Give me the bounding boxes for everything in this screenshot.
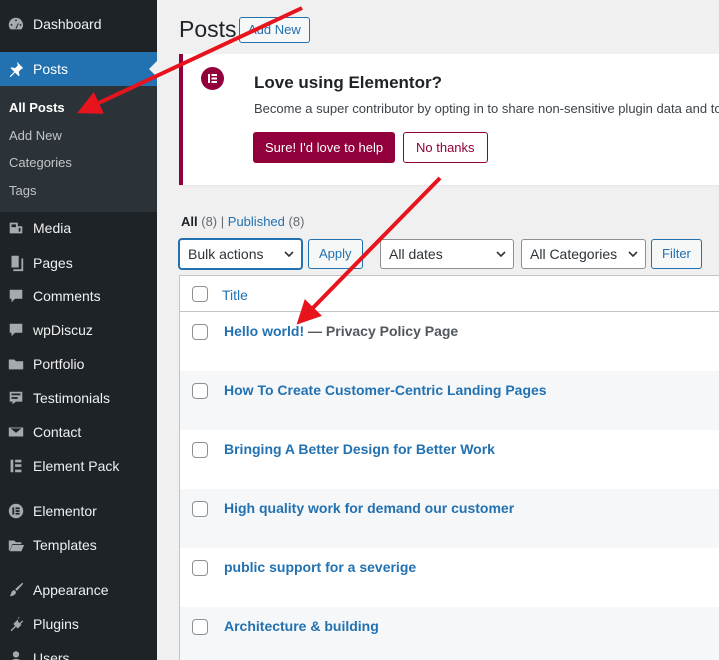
no-thanks-button[interactable]: No thanks xyxy=(403,132,488,163)
post-title-link[interactable]: Hello world! xyxy=(224,323,304,339)
elementor-icon xyxy=(6,501,26,521)
row-checkbox[interactable] xyxy=(192,619,208,635)
status-separator: | xyxy=(220,214,225,229)
submenu-tags[interactable]: Tags xyxy=(9,183,36,198)
menu-templates[interactable]: Templates xyxy=(0,528,157,562)
menu-label: Elementor xyxy=(33,503,97,519)
date-filter-select[interactable]: All dates xyxy=(380,239,514,269)
menu-label: Dashboard xyxy=(33,16,102,32)
table-row: Hello world! — Privacy Policy Page xyxy=(180,312,719,371)
menu-label: Templates xyxy=(33,537,97,553)
page-title: Posts xyxy=(179,16,237,42)
post-title-link[interactable]: public support for a severige xyxy=(224,559,416,575)
post-state: — Privacy Policy Page xyxy=(304,323,459,339)
menu-plugins[interactable]: Plugins xyxy=(0,607,157,641)
dashboard-icon xyxy=(6,14,26,34)
column-title-header[interactable]: Title xyxy=(222,287,248,303)
category-filter-value: All Categories xyxy=(530,246,618,262)
menu-label: Users xyxy=(33,650,70,660)
post-title-link[interactable]: High quality work for demand our custome… xyxy=(224,500,514,516)
bulk-actions-select[interactable]: Bulk actions xyxy=(179,239,302,269)
menu-dashboard[interactable]: Dashboard xyxy=(0,7,157,41)
menu-label: Element Pack xyxy=(33,458,120,474)
submenu-add-new[interactable]: Add New xyxy=(9,128,62,143)
table-header: Title xyxy=(180,276,719,312)
row-checkbox[interactable] xyxy=(192,383,208,399)
row-checkbox[interactable] xyxy=(192,442,208,458)
menu-label: wpDiscuz xyxy=(33,322,93,338)
menu-pages[interactable]: Pages xyxy=(0,246,157,280)
bulk-actions-value: Bulk actions xyxy=(188,246,264,262)
menu-media[interactable]: Media xyxy=(0,211,157,245)
notice-title: Love using Elementor? xyxy=(254,73,442,92)
pages-icon xyxy=(6,253,26,273)
menu-label: Media xyxy=(33,220,72,236)
post-title-link[interactable]: How To Create Customer-Centric Landing P… xyxy=(224,382,547,398)
menu-label: Contact xyxy=(33,424,82,440)
elementor-logo-icon xyxy=(201,67,224,90)
status-published-count: (8) xyxy=(288,214,305,229)
menu-users[interactable]: Users xyxy=(0,641,157,660)
menu-label: Comments xyxy=(33,288,101,304)
menu-label: Appearance xyxy=(33,582,109,598)
menu-element-pack[interactable]: Element Pack xyxy=(0,449,157,483)
row-checkbox[interactable] xyxy=(192,560,208,576)
table-row: Architecture & building xyxy=(180,607,719,660)
status-published-link[interactable]: Published xyxy=(228,214,285,229)
opt-in-button[interactable]: Sure! I'd love to help xyxy=(253,132,396,163)
apply-button[interactable]: Apply xyxy=(308,239,363,269)
menu-contact[interactable]: Contact xyxy=(0,415,157,449)
add-new-button[interactable]: Add New xyxy=(239,17,310,43)
elementor-notice: Love using Elementor? Become a super con… xyxy=(179,54,719,185)
menu-label: Posts xyxy=(33,61,69,77)
status-all-count: (8) xyxy=(201,214,218,229)
menu-portfolio[interactable]: Portfolio xyxy=(0,347,157,381)
menu-posts[interactable]: Posts xyxy=(0,52,157,86)
menu-label: Testimonials xyxy=(33,390,111,406)
users-icon xyxy=(6,648,26,660)
folder-icon xyxy=(6,354,26,374)
posts-submenu: All Posts Add New Categories Tags xyxy=(0,86,157,212)
post-title-link[interactable]: Bringing A Better Design for Better Work xyxy=(224,441,495,457)
select-all-checkbox[interactable] xyxy=(192,286,208,302)
status-all-link[interactable]: All xyxy=(181,214,198,229)
folder-open-icon xyxy=(6,535,26,555)
menu-wpdiscuz[interactable]: wpDiscuz xyxy=(0,313,157,347)
submenu-categories[interactable]: Categories xyxy=(9,155,72,170)
element-pack-icon xyxy=(6,456,26,476)
testimonial-icon xyxy=(6,388,26,408)
table-row: High quality work for demand our custome… xyxy=(180,489,719,548)
media-icon xyxy=(6,218,26,238)
chevron-down-icon xyxy=(284,251,294,258)
comments-icon xyxy=(6,320,26,340)
admin-sidebar: Dashboard Posts All Posts Add New Catego… xyxy=(0,0,157,660)
menu-label: Portfolio xyxy=(33,356,85,372)
pushpin-icon xyxy=(6,59,26,79)
submenu-all-posts[interactable]: All Posts xyxy=(9,100,65,115)
chevron-down-icon xyxy=(628,251,638,258)
comments-icon xyxy=(6,286,26,306)
post-title-link[interactable]: Architecture & building xyxy=(224,618,379,634)
envelope-icon xyxy=(6,422,26,442)
post-status-filter: All (8) | Published (8) xyxy=(181,214,304,229)
menu-comments[interactable]: Comments xyxy=(0,279,157,313)
posts-table: Title Hello world! — Privacy Policy Page… xyxy=(179,275,719,660)
menu-label: Pages xyxy=(33,255,73,271)
filter-button[interactable]: Filter xyxy=(651,239,702,269)
menu-testimonials[interactable]: Testimonials xyxy=(0,381,157,415)
row-checkbox[interactable] xyxy=(192,324,208,340)
row-checkbox[interactable] xyxy=(192,501,208,517)
table-row: How To Create Customer-Centric Landing P… xyxy=(180,371,719,430)
notice-description: Become a super contributor by opting in … xyxy=(254,101,719,116)
menu-elementor[interactable]: Elementor xyxy=(0,494,157,528)
date-filter-value: All dates xyxy=(389,246,443,262)
chevron-down-icon xyxy=(496,251,506,258)
table-row: Bringing A Better Design for Better Work xyxy=(180,430,719,489)
menu-label: Plugins xyxy=(33,616,79,632)
plugin-icon xyxy=(6,614,26,634)
category-filter-select[interactable]: All Categories xyxy=(521,239,646,269)
menu-appearance[interactable]: Appearance xyxy=(0,573,157,607)
paintbrush-icon xyxy=(6,580,26,600)
table-row: public support for a severige xyxy=(180,548,719,607)
